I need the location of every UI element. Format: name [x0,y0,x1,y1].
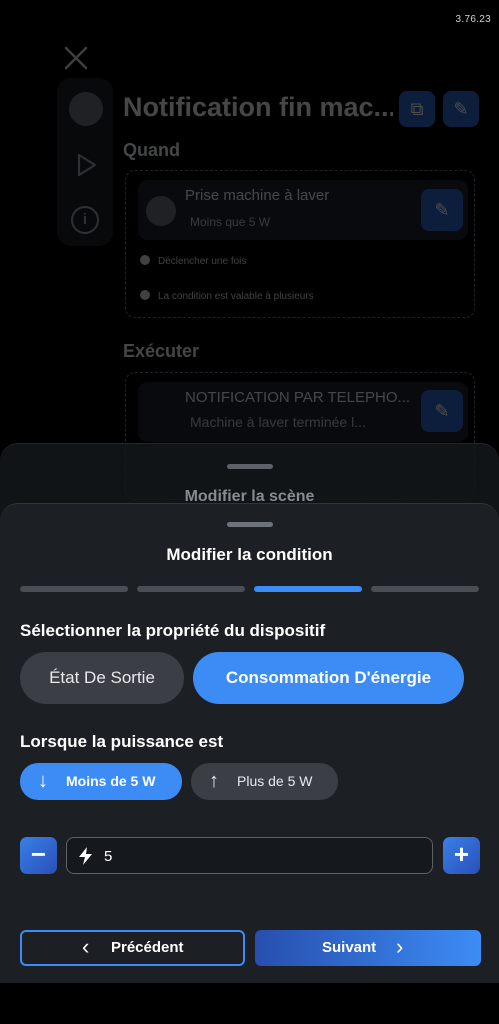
arrow-down-icon: ↓ [38,770,48,792]
duplicate-button[interactable]: ⧉ [399,91,435,127]
scene-avatar [69,92,103,126]
trigger-option-multiple[interactable]: La condition est valable à plusieurs [140,290,314,302]
step-indicator-4 [371,586,479,592]
chevron-left-icon: ‹ [82,934,90,959]
decrement-button[interactable]: − [20,837,57,874]
property-option-energy-consumption[interactable]: Consommation D'énergie [193,652,464,704]
trigger-device: Prise machine à laver [185,187,330,204]
increment-button[interactable]: + [443,837,480,874]
sheet-handle[interactable] [227,464,273,469]
step-indicator-3 [254,586,362,592]
trigger-condition: Moins que 5 W [190,215,271,229]
step-indicator-2 [137,586,245,592]
previous-button[interactable]: ‹ Précédent [20,930,245,966]
power-option-less-than[interactable]: ↓ Moins de 5 W [20,763,182,800]
close-icon[interactable] [62,44,90,72]
arrow-up-icon: ↑ [209,770,219,792]
play-icon[interactable] [76,152,98,178]
execute-section-label: Exécuter [123,341,200,361]
chevron-right-icon: › [396,934,404,959]
power-option-label: Plus de 5 W [237,773,313,789]
action-title: NOTIFICATION PAR TELEPHO... [185,389,411,406]
plug-icon [146,196,176,226]
condition-sheet: Modifier la condition Sélectionner la pr… [0,503,499,983]
scene-title: Notification fin mac... [123,92,393,122]
sheet-handle[interactable] [227,522,273,527]
rename-button[interactable]: ✎ [443,91,479,127]
step-indicator-1 [20,586,128,592]
property-option-output-state[interactable]: État De Sortie [20,652,184,704]
previous-label: Précédent [111,939,184,956]
info-icon[interactable]: i [71,206,99,234]
next-button[interactable]: Suivant › [255,930,481,966]
property-label: Sélectionner la propriété du dispositif [20,621,326,640]
power-label: Lorsque la puissance est [20,732,224,751]
when-section-label: Quand [123,140,180,160]
threshold-value: 5 [104,848,113,865]
edit-trigger-button[interactable]: ✎ [421,189,463,231]
trigger-option-once[interactable]: Déclencher une fois [140,255,246,267]
lightning-icon [79,847,92,865]
power-option-more-than[interactable]: ↑ Plus de 5 W [191,763,338,800]
threshold-input[interactable]: 5 [66,837,433,874]
action-message: Machine à laver terminée l... [190,414,366,430]
edit-action-button[interactable]: ✎ [421,390,463,432]
sheet-title: Modifier la condition [166,545,333,564]
next-label: Suivant [322,939,377,956]
background-scene-editor: i Notification fin mac... ⧉ ✎ Quand Pris… [0,0,499,500]
power-option-label: Moins de 5 W [66,773,156,789]
